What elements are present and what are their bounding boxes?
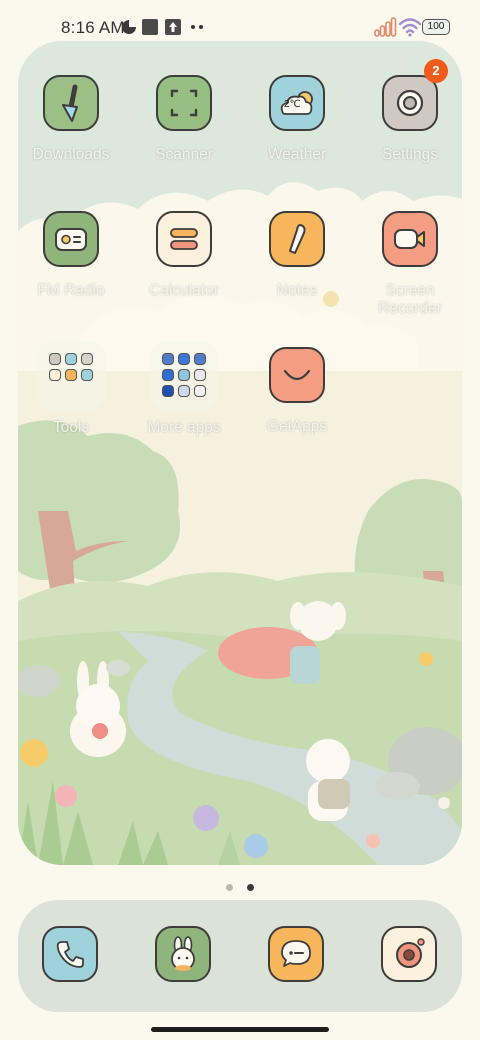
message-bubble-icon[interactable] [268, 926, 324, 982]
folder-mini-icon [194, 353, 206, 365]
folder-mini-icon [194, 369, 206, 381]
folder-more-apps[interactable]: More apps [128, 341, 240, 437]
home-wallpaper [18, 41, 462, 865]
folder-mini-icon [49, 353, 61, 365]
app-label-settings: Settings [381, 146, 438, 163]
weather-temp: 2℃ [284, 99, 301, 110]
app-label-screen-recorder: Screen Recorder [354, 282, 466, 318]
notification-square-icon [142, 19, 158, 35]
dock [18, 900, 462, 1012]
folder-tools-preview [36, 341, 106, 411]
bunny-icon[interactable] [155, 926, 211, 982]
page-indicator[interactable] [0, 878, 480, 896]
downloads-icon [43, 75, 99, 131]
folder-mini-icon [178, 353, 190, 365]
app-label-downloads: Downloads [32, 146, 110, 163]
radio-icon [43, 211, 99, 267]
scanner-icon [156, 75, 212, 131]
status-time: 8:16 AM [61, 18, 125, 37]
getapps-smile-icon [269, 347, 325, 403]
folder-label-tools: Tools [52, 419, 90, 436]
folder-mini-icon [65, 353, 77, 365]
folder-mini-icon [194, 385, 206, 397]
weather-cloud-icon: 2℃ [269, 75, 325, 131]
signal-bars-icon [374, 17, 397, 37]
folder-more-apps-preview [149, 341, 219, 411]
wallpaper-illustration [18, 41, 462, 865]
app-notes[interactable]: Notes [241, 211, 353, 300]
folder-mini-icon [178, 369, 190, 381]
folder-mini-icon [178, 385, 190, 397]
app-getapps[interactable]: GetApps [241, 347, 353, 436]
app-fm-radio[interactable]: FM Radio [15, 211, 127, 300]
folder-label-more-apps: More apps [147, 419, 221, 436]
battery-level: 100 [427, 21, 445, 32]
app-label-scanner: Scanner [155, 146, 213, 163]
folder-mini-icon [162, 353, 174, 365]
phone-icon[interactable] [42, 926, 98, 982]
app-settings[interactable]: 2 Settings [354, 59, 466, 164]
more-notifications-icon [191, 25, 203, 29]
app-label-notes: Notes [276, 282, 318, 299]
app-label-fm-radio: FM Radio [37, 282, 105, 299]
calculator-icon [156, 211, 212, 267]
app-label-weather: Weather [267, 146, 327, 163]
notification-badge: 2 [424, 59, 448, 83]
battery-indicator: 100 [422, 19, 450, 35]
folder-mini-icon [49, 369, 61, 381]
camera-icon[interactable] [381, 926, 437, 982]
upload-icon [165, 19, 181, 35]
app-label-screen-recorder-line1: Screen [385, 282, 435, 299]
folder-mini-icon [81, 353, 93, 365]
app-weather[interactable]: 2℃ Weather [241, 75, 353, 164]
app-scanner[interactable]: Scanner [128, 75, 240, 164]
folder-mini-icon [162, 385, 174, 397]
wifi-icon [399, 18, 421, 37]
page-dot-1[interactable] [225, 884, 233, 891]
screen-recorder-icon [382, 211, 438, 267]
app-label-calculator: Calculator [149, 282, 219, 299]
app-calculator[interactable]: Calculator [128, 211, 240, 300]
data-saver-icon [122, 20, 136, 34]
folder-mini-icon [81, 369, 93, 381]
settings-gear-icon: 2 [382, 59, 448, 131]
app-label-getapps: GetApps [266, 418, 328, 435]
app-downloads[interactable]: Downloads [15, 75, 127, 164]
app-screen-recorder[interactable]: Screen Recorder [354, 211, 466, 318]
notes-pencil-icon [269, 211, 325, 267]
app-label-screen-recorder-line2: Recorder [378, 300, 442, 317]
folder-mini-icon [65, 369, 77, 381]
folder-tools[interactable]: Tools [15, 341, 127, 437]
home-gesture-bar[interactable] [151, 1027, 329, 1032]
folder-mini-icon [162, 369, 174, 381]
page-dot-2-active[interactable] [247, 884, 255, 891]
